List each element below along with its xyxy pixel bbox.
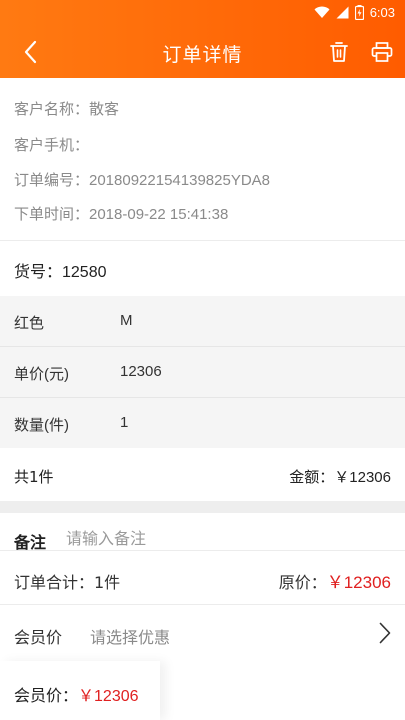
- detail-key: 单价(元): [14, 366, 69, 383]
- battery-icon: [354, 5, 364, 20]
- detail-key: 数量(件): [14, 417, 69, 434]
- bottom-price-panel: 会员价：￥12306: [0, 661, 160, 720]
- printer-icon: [371, 42, 393, 62]
- title-bar: 订单详情: [0, 26, 405, 78]
- goods-number: 货号：12580: [14, 264, 107, 281]
- original-price-group: 原价：￥12306: [279, 568, 391, 593]
- order-time: 下单时间：2018-09-22 15:41:38: [14, 206, 229, 223]
- header: 6:03 订单详情: [0, 0, 405, 78]
- status-bar: 6:03: [0, 0, 405, 26]
- detail-row-quantity: 数量(件) 1: [0, 398, 405, 449]
- detail-row-color-size: 红色 M: [0, 296, 405, 347]
- total-amount: 金额：￥12306: [289, 469, 391, 486]
- status-time: 6:03: [369, 5, 395, 20]
- delete-button[interactable]: [329, 41, 349, 63]
- member-discount-selector[interactable]: 会员价 请选择优惠: [0, 605, 405, 661]
- remark-input[interactable]: [66, 527, 386, 549]
- order-total-count: 订单合计：1件: [14, 573, 121, 592]
- customer-name: 客户名称：散客: [14, 101, 120, 118]
- member-price-label: 会员价: [14, 628, 63, 647]
- original-price-label: 原价：: [278, 573, 327, 592]
- total-row: 共1件 金额：￥12306: [0, 449, 405, 501]
- detail-key: 红色: [14, 315, 45, 332]
- customer-phone: 客户手机：: [14, 137, 90, 154]
- order-detail-screen: 6:03 订单详情 客户名称：散客 客户手机： 订单编号：20180922154…: [0, 0, 405, 720]
- trash-icon: [330, 42, 348, 62]
- order-summary-row: 订单合计：1件 原价：￥12306: [0, 551, 405, 605]
- member-price-value: ￥12306: [78, 688, 139, 705]
- detail-value: M: [120, 312, 133, 329]
- section-divider: [0, 501, 405, 513]
- cell-signal-icon: [336, 6, 349, 19]
- customer-info-block: 客户名称：散客 客户手机： 订单编号：20180922154139825YDA8…: [0, 78, 405, 241]
- original-price: ￥12306: [326, 573, 391, 592]
- remark-row: 备注: [0, 513, 405, 552]
- total-count: 共1件: [14, 468, 54, 486]
- print-button[interactable]: [371, 42, 393, 62]
- bottom-member-label: 会员价：: [14, 686, 79, 705]
- wifi-icon: [314, 6, 330, 18]
- discount-select-placeholder: 请选择优惠: [90, 628, 171, 647]
- chevron-right-icon: [379, 622, 391, 644]
- detail-value: 12306: [120, 363, 162, 380]
- detail-table: 红色 M 单价(元) 12306 数量(件) 1: [0, 296, 405, 448]
- detail-row-unit-price: 单价(元) 12306: [0, 347, 405, 398]
- bottom-bar: 会员价：￥12306: [0, 661, 405, 720]
- member-price-summary: 会员价：￥12306: [14, 682, 139, 706]
- remark-label: 备注: [14, 533, 47, 552]
- status-icons: 6:03: [314, 5, 395, 20]
- detail-value: 1: [120, 414, 129, 431]
- order-number: 订单编号：20180922154139825YDA8: [14, 172, 271, 189]
